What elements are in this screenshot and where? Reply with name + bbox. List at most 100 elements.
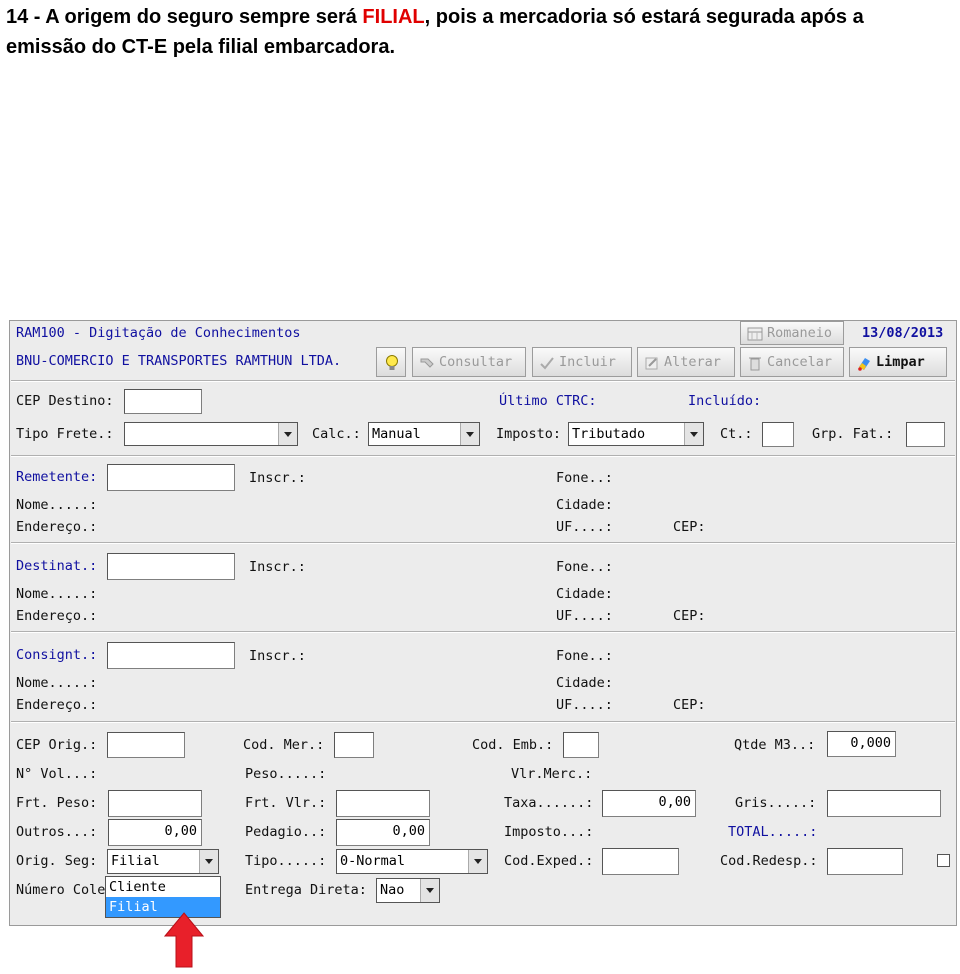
consultar-label: Consultar [439, 354, 513, 370]
incluir-label: Incluir [559, 354, 616, 370]
frt-vlr-field[interactable] [336, 790, 430, 817]
incluir-button[interactable]: Incluir [532, 347, 632, 377]
imposto-select[interactable]: Tributado [568, 422, 704, 446]
chevron-down-icon[interactable] [468, 850, 487, 873]
lightbulb-icon [384, 354, 400, 370]
consignt-inscr-label: Inscr.: [249, 648, 306, 664]
chevron-down-icon[interactable] [460, 423, 479, 445]
remetente-fone-label: Fone..: [556, 470, 613, 486]
cep-orig-label: CEP Orig.: [16, 737, 98, 753]
cod-emb-label: Cod. Emb.: [472, 737, 554, 753]
cod-emb-field[interactable] [563, 732, 599, 758]
chevron-down-icon[interactable] [199, 850, 218, 873]
caption-highlight: FILIAL [362, 6, 425, 28]
divider [11, 542, 955, 544]
ct-label: Ct.: [720, 426, 753, 442]
pedagio-field[interactable]: 0,00 [336, 819, 430, 846]
orig-seg-select[interactable]: Filial [107, 849, 219, 874]
frt-peso-field[interactable] [108, 790, 202, 817]
outros-label: Outros...: [16, 824, 98, 840]
company-name: BNU-COMERCIO E TRANSPORTES RAMTHUN LTDA. [16, 353, 342, 369]
remetente-inscr-label: Inscr.: [249, 470, 306, 486]
orig-seg-option-cliente[interactable]: Cliente [106, 877, 220, 897]
taxa-field[interactable]: 0,00 [602, 790, 696, 817]
checkbox[interactable] [937, 854, 950, 867]
calendar-icon [747, 326, 763, 342]
alterar-button[interactable]: Alterar [637, 347, 735, 377]
divider [11, 455, 955, 457]
red-arrow-icon [164, 912, 204, 968]
destinat-endereco-label: Endereço.: [16, 608, 98, 624]
ct-field[interactable] [762, 422, 794, 447]
entrega-direta-select[interactable]: Nao [376, 878, 440, 903]
cod-mer-label: Cod. Mer.: [243, 737, 325, 753]
cep-destino-field[interactable] [124, 389, 202, 414]
qtde-m3-label: Qtde M3..: [734, 737, 816, 753]
limpar-button[interactable]: Limpar [849, 347, 947, 377]
destinat-fone-label: Fone..: [556, 559, 613, 575]
trash-icon [747, 353, 763, 371]
calc-select[interactable]: Manual [368, 422, 480, 446]
caption-line-2: emissão do CT-E pela filial embarcadora. [6, 36, 396, 58]
divider [11, 721, 955, 723]
gris-label: Gris.....: [735, 795, 817, 811]
consultar-button[interactable]: Consultar [412, 347, 526, 377]
gris-field[interactable] [827, 790, 941, 817]
consignt-fone-label: Fone..: [556, 648, 613, 664]
ultimo-ctrc-label: Último CTRC: [499, 393, 597, 409]
orig-seg-label: Orig. Seg: [16, 853, 98, 869]
edit-icon [644, 353, 660, 370]
destinat-uf-label: UF....: [556, 608, 613, 624]
divider [11, 631, 955, 633]
cancelar-button[interactable]: Cancelar [740, 347, 844, 377]
outros-field[interactable]: 0,00 [108, 819, 202, 846]
destinat-nome-label: Nome.....: [16, 586, 98, 602]
consignt-uf-label: UF....: [556, 697, 613, 713]
remetente-cep-label: CEP: [673, 519, 706, 535]
orig-seg-value: Filial [111, 853, 160, 869]
cep-destino-label: CEP Destino: [16, 393, 114, 409]
cod-redesp-label: Cod.Redesp.: [720, 853, 818, 869]
incluido-label: Incluído: [688, 393, 762, 409]
tipo-label: Tipo.....: [245, 853, 327, 869]
consignt-endereco-label: Endereço.: [16, 697, 98, 713]
alterar-label: Alterar [664, 354, 721, 370]
flashlight-icon [419, 353, 435, 369]
grp-fat-field[interactable] [906, 422, 945, 447]
qtde-m3-field[interactable]: 0,000 [827, 731, 896, 757]
chevron-down-icon[interactable] [420, 879, 439, 902]
consignt-field[interactable] [107, 642, 235, 669]
grp-fat-label: Grp. Fat.: [812, 426, 894, 442]
imposto-value: Tributado [572, 426, 646, 442]
consignt-cep-label: CEP: [673, 697, 706, 713]
remetente-uf-label: UF....: [556, 519, 613, 535]
remetente-label: Remetente: [16, 469, 98, 485]
consignt-label: Consignt.: [16, 647, 98, 663]
calc-label: Calc.: [312, 426, 361, 442]
tipo-frete-select[interactable] [124, 422, 298, 446]
frt-vlr-label: Frt. Vlr.: [245, 795, 327, 811]
remetente-nome-label: Nome.....: [16, 497, 98, 513]
destinat-cidade-label: Cidade: [556, 586, 613, 602]
romaneio-button[interactable]: Romaneio [740, 321, 844, 345]
remetente-field[interactable] [107, 464, 235, 491]
tipo-select[interactable]: 0-Normal [336, 849, 488, 874]
tipo-frete-label: Tipo Frete.: [16, 426, 114, 442]
destinat-label: Destinat.: [16, 558, 98, 574]
check-icon [539, 353, 555, 370]
chevron-down-icon[interactable] [278, 423, 297, 445]
limpar-label: Limpar [876, 354, 925, 370]
tipo-value: 0-Normal [340, 853, 406, 869]
cod-mer-field[interactable] [334, 732, 374, 758]
cancelar-label: Cancelar [767, 354, 833, 370]
destinat-inscr-label: Inscr.: [249, 559, 306, 575]
cep-orig-field[interactable] [107, 732, 185, 758]
help-button[interactable] [376, 347, 406, 377]
destinat-field[interactable] [107, 553, 235, 580]
pedagio-label: Pedagio..: [245, 824, 327, 840]
imposto-label: Imposto: [496, 426, 562, 442]
cod-exped-field[interactable] [602, 848, 679, 875]
cod-redesp-field[interactable] [827, 848, 903, 875]
chevron-down-icon[interactable] [684, 423, 703, 445]
eraser-icon [856, 353, 872, 371]
